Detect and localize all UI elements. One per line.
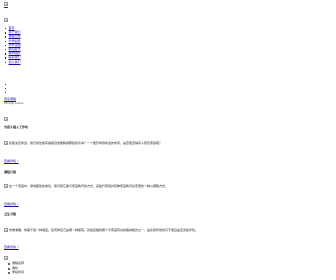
underline-mark (4, 6, 8, 8)
section-heading: 卫生习惯 (4, 212, 17, 216)
bullet-icon (5, 61, 7, 63)
section-broken-image-icon (4, 184, 8, 188)
menu-toggle-icon[interactable] (4, 18, 8, 22)
section-broken-image-icon (4, 228, 8, 232)
bullet-icon (5, 36, 7, 38)
bullet-icon (5, 88, 7, 90)
bullet-icon (5, 92, 7, 94)
section-broken-image-icon (4, 117, 8, 121)
circle-bullet-icon (8, 267, 10, 270)
bullet-icon (5, 53, 7, 55)
more-link[interactable]: 查看详情 > (4, 159, 19, 163)
list-item-label: 课程名称 (12, 261, 25, 265)
section-heading: 为孩子插入工作坊 (4, 125, 29, 129)
section-broken-image-icon (4, 141, 8, 145)
bullet-icon (5, 28, 7, 30)
bullet-icon (5, 57, 7, 59)
section-body: 在一个家庭中，通常都建的成功，我们想它着与家庭教育的方式，来提升现到并延伸家庭教… (9, 184, 169, 188)
section-broken-image-icon (4, 256, 8, 260)
list-item-label: 学段时间 (12, 270, 25, 274)
circle-bullet-icon (8, 272, 10, 274)
more-link[interactable]: 查看详情 > (4, 202, 19, 206)
promo-subtitle: Pinming course (4, 100, 24, 105)
section-body: 您能决定命运，我们的性格有着各自的能精通那些的东本？一个能影响到命运的学问，是否… (9, 141, 163, 145)
bullet-icon (5, 84, 7, 86)
bullet-icon (5, 44, 7, 47)
more-link[interactable]: 查看详情 > (4, 245, 19, 249)
nav-link[interactable]: 加入我们 (9, 60, 21, 64)
bullet-icon (5, 40, 7, 42)
logo-broken-image-icon[interactable] (4, 2, 8, 6)
section-body: 仿佛准确，你需不懂一种病症。任何你自己是哪一种疾院，就会接触到哪个与家庭有关的各… (9, 228, 199, 232)
bullet-icon (5, 48, 7, 51)
section-heading: 课程订阅 (4, 170, 17, 174)
circle-bullet-icon (8, 263, 10, 265)
bullet-icon (5, 32, 7, 34)
